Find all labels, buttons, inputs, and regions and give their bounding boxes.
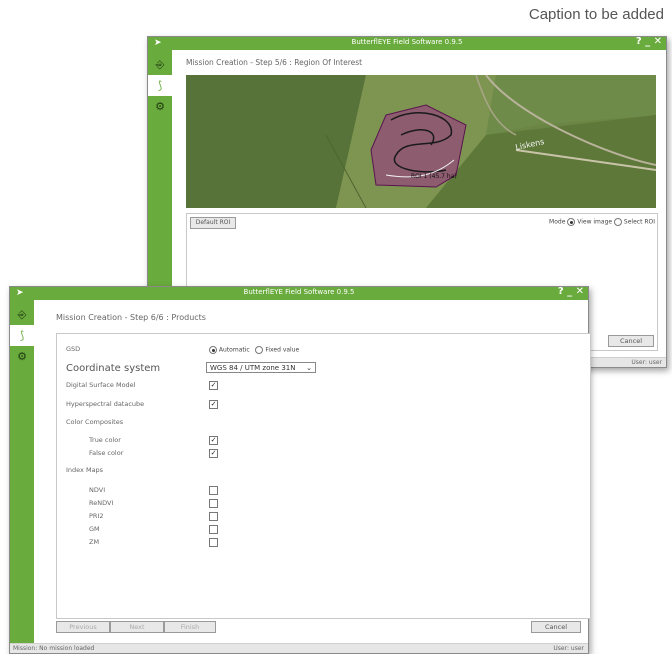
index-maps-label: Index Maps (66, 466, 104, 474)
mode-selector: Mode View image Select ROI (549, 218, 655, 226)
gsd-label: GSD (66, 345, 81, 353)
pri2-checkbox[interactable] (209, 512, 218, 521)
roi-label: ROI 1 (45.7 ha) (411, 173, 457, 180)
sidebar-item-import[interactable]: ⎆ (148, 54, 172, 75)
title-bar: ➤ ButterflEYE Field Software 0.9.5 ? _ ✕ (10, 286, 588, 300)
gsd-automatic-label: Automatic (218, 346, 250, 354)
gear-icon: ⚙ (155, 100, 165, 113)
view-image-radio[interactable] (567, 218, 576, 226)
gsd-automatic-radio[interactable] (209, 346, 217, 354)
sidebar-item-mission[interactable]: ⟆ (148, 75, 172, 96)
status-bar: Mission: No mission loaded User: user (10, 643, 588, 653)
gsd-fixed-label: Fixed value (265, 346, 300, 354)
sidebar-item-settings[interactable]: ⚙ (148, 96, 172, 117)
step-title: Mission Creation - Step 5/6 : Region Of … (186, 58, 363, 67)
sidebar: ⎆ ⟆ ⚙ (10, 300, 34, 653)
window-controls[interactable]: ? _ ✕ (558, 286, 584, 297)
title-bar: ➤ ButterflEYE Field Software 0.9.5 ? _ ✕ (148, 36, 666, 50)
false-color-label: False color (89, 449, 124, 457)
gsd-options: Automatic Fixed value (209, 346, 299, 354)
coordinate-system-label: Coordinate system (66, 363, 161, 374)
select-roi-label: Select ROI (623, 218, 655, 226)
coordinate-system-value: WGS 84 / UTM zone 31N (210, 364, 296, 372)
products-panel (56, 333, 591, 619)
hyperspectral-checkbox[interactable]: ✓ (209, 400, 218, 409)
finish-button[interactable]: Finish (164, 621, 216, 633)
sidebar-item-mission[interactable]: ⟆ (10, 325, 34, 346)
route-icon: ⟆ (157, 79, 163, 92)
gsd-fixed-radio[interactable] (255, 346, 264, 354)
zm-label: ZM (89, 538, 100, 546)
window-title: ButterflEYE Field Software 0.9.5 (351, 38, 463, 46)
coordinate-system-select[interactable]: WGS 84 / UTM zone 31N ⌄ (206, 362, 316, 373)
route-icon: ⟆ (19, 329, 25, 342)
ndvi-checkbox[interactable] (209, 486, 218, 495)
window-controls[interactable]: ? _ ✕ (636, 36, 662, 47)
false-color-checkbox[interactable]: ✓ (209, 449, 218, 458)
select-roi-radio[interactable] (614, 218, 622, 226)
rendvi-checkbox[interactable] (209, 499, 218, 508)
rendvi-label: ReNDVI (89, 499, 114, 507)
chevron-down-icon: ⌄ (306, 364, 312, 372)
satellite-map[interactable]: ROI 1 (45.7 ha) Liskens (186, 75, 656, 208)
caption-text: Caption to be added (528, 6, 664, 23)
map-view[interactable]: ROI 1 (45.7 ha) Liskens (186, 75, 656, 208)
dsm-checkbox[interactable]: ✓ (209, 381, 218, 390)
true-color-label: True color (89, 436, 121, 444)
user-label: User: user (553, 645, 584, 652)
dsm-label: Digital Surface Model (66, 381, 136, 389)
ndvi-label: NDVI (89, 486, 106, 494)
user-label: User: user (631, 359, 662, 366)
color-composites-label: Color Composites (66, 418, 124, 426)
previous-button[interactable]: Previous (56, 621, 110, 633)
sidebar-item-import[interactable]: ⎆ (10, 304, 34, 325)
gear-icon: ⚙ (17, 350, 27, 363)
window-title: ButterflEYE Field Software 0.9.5 (243, 288, 355, 296)
hyperspectral-label: Hyperspectral datacube (66, 400, 145, 408)
cancel-button[interactable]: Cancel (531, 621, 581, 633)
default-roi-button[interactable]: Default ROI (190, 217, 236, 229)
import-icon: ⎆ (17, 307, 27, 321)
view-image-label: View image (577, 218, 613, 226)
gm-checkbox[interactable] (209, 525, 218, 534)
step-title: Mission Creation - Step 6/6 : Products (56, 313, 206, 322)
true-color-checkbox[interactable]: ✓ (209, 436, 218, 445)
sidebar-item-settings[interactable]: ⚙ (10, 346, 34, 367)
mission-status: Mission: No mission loaded (13, 645, 95, 652)
cancel-button[interactable]: Cancel (608, 335, 654, 347)
zm-checkbox[interactable] (209, 538, 218, 547)
import-icon: ⎆ (155, 57, 165, 71)
gm-label: GM (89, 525, 100, 533)
mode-label: Mode (549, 218, 566, 226)
pri2-label: PRI2 (89, 512, 104, 520)
next-button[interactable]: Next (110, 621, 164, 633)
